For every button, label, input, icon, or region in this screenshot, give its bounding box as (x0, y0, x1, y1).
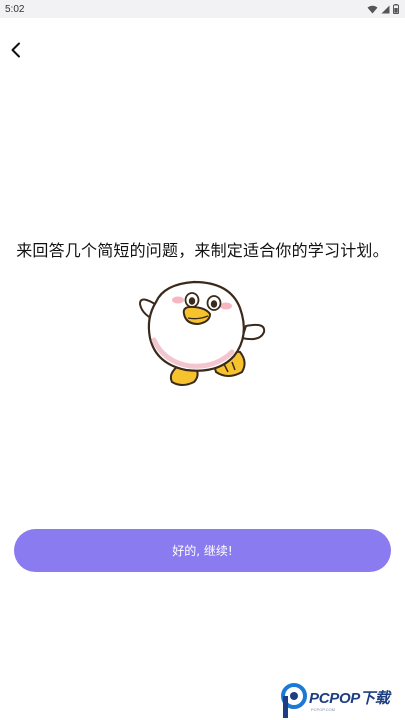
duck-mascot (134, 276, 270, 392)
status-bar: 5:02 (0, 0, 405, 18)
pcpop-logo-icon (280, 683, 308, 720)
watermark-text: PCPOP下载 (309, 690, 390, 707)
status-time: 5:02 (5, 3, 25, 15)
chevron-left-icon (9, 42, 23, 62)
continue-button-label: 好的, 继续! (172, 544, 233, 558)
wifi-icon (367, 5, 378, 14)
watermark-subtext: PCPOP.COM (311, 707, 335, 712)
watermark: PCPOP下载 PCPOP.COM (280, 683, 405, 720)
signal-icon (381, 5, 390, 14)
battery-icon (393, 4, 399, 14)
intro-text: 来回答几个简短的问题，来制定适合你的学习计划。 (16, 241, 389, 260)
status-icons (367, 4, 399, 14)
back-button[interactable] (4, 40, 28, 64)
continue-button[interactable]: 好的, 继续! (14, 529, 391, 572)
